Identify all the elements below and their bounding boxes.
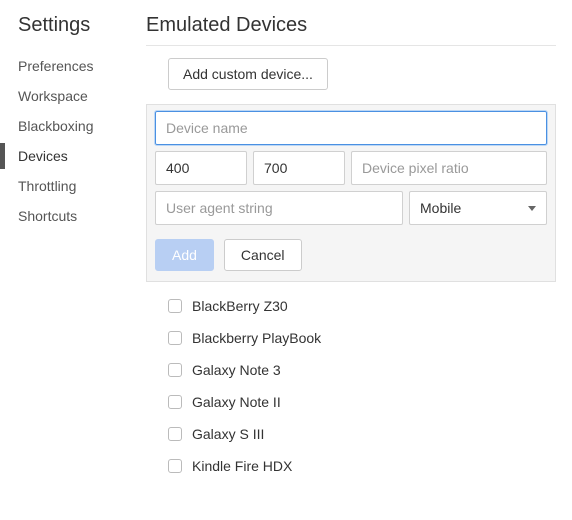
- divider: [146, 45, 556, 46]
- device-label: Galaxy S III: [192, 426, 264, 442]
- device-list-item[interactable]: Blackberry PlayBook: [146, 322, 556, 354]
- height-input[interactable]: [253, 151, 345, 185]
- checkbox[interactable]: [168, 395, 182, 409]
- checkbox[interactable]: [168, 427, 182, 441]
- checkbox[interactable]: [168, 331, 182, 345]
- sidebar-item-blackboxing[interactable]: Blackboxing: [18, 111, 130, 141]
- device-list-item[interactable]: Kindle Fire HDX: [146, 450, 556, 482]
- sidebar-item-shortcuts[interactable]: Shortcuts: [18, 201, 130, 231]
- device-type-select[interactable]: Mobile: [409, 191, 547, 225]
- add-button[interactable]: Add: [155, 239, 214, 271]
- sidebar-item-throttling[interactable]: Throttling: [18, 171, 130, 201]
- device-list: BlackBerry Z30 Blackberry PlayBook Galax…: [146, 282, 556, 482]
- user-agent-input[interactable]: [155, 191, 403, 225]
- device-list-item[interactable]: Galaxy S III: [146, 418, 556, 450]
- sidebar: Settings Preferences Workspace Blackboxi…: [0, 0, 130, 520]
- checkbox[interactable]: [168, 299, 182, 313]
- device-pixel-ratio-input[interactable]: [351, 151, 547, 185]
- checkbox[interactable]: [168, 363, 182, 377]
- sidebar-title: Settings: [18, 14, 130, 37]
- device-type-value: Mobile: [420, 200, 461, 216]
- width-input[interactable]: [155, 151, 247, 185]
- sidebar-item-label: Preferences: [18, 58, 93, 74]
- device-list-item[interactable]: Galaxy Note 3: [146, 354, 556, 386]
- device-label: Blackberry PlayBook: [192, 330, 321, 346]
- custom-device-form: Mobile Add Cancel: [146, 104, 556, 282]
- device-label: Galaxy Note II: [192, 394, 281, 410]
- device-label: Galaxy Note 3: [192, 362, 281, 378]
- main-title: Emulated Devices: [146, 14, 556, 37]
- sidebar-item-workspace[interactable]: Workspace: [18, 81, 130, 111]
- device-name-input[interactable]: [155, 111, 547, 145]
- sidebar-item-label: Throttling: [18, 178, 76, 194]
- sidebar-item-label: Workspace: [18, 88, 88, 104]
- device-list-item[interactable]: Galaxy Note II: [146, 386, 556, 418]
- main-panel: Emulated Devices Add custom device... Mo…: [130, 0, 572, 520]
- add-custom-device-button[interactable]: Add custom device...: [168, 58, 328, 90]
- device-label: BlackBerry Z30: [192, 298, 288, 314]
- caret-down-icon: [528, 206, 536, 211]
- device-label: Kindle Fire HDX: [192, 458, 292, 474]
- sidebar-item-devices[interactable]: Devices: [18, 141, 130, 171]
- sidebar-item-label: Blackboxing: [18, 118, 94, 134]
- checkbox[interactable]: [168, 459, 182, 473]
- device-list-item[interactable]: BlackBerry Z30: [146, 290, 556, 322]
- sidebar-item-label: Shortcuts: [18, 208, 77, 224]
- sidebar-item-preferences[interactable]: Preferences: [18, 51, 130, 81]
- sidebar-item-label: Devices: [18, 148, 68, 164]
- cancel-button[interactable]: Cancel: [224, 239, 302, 271]
